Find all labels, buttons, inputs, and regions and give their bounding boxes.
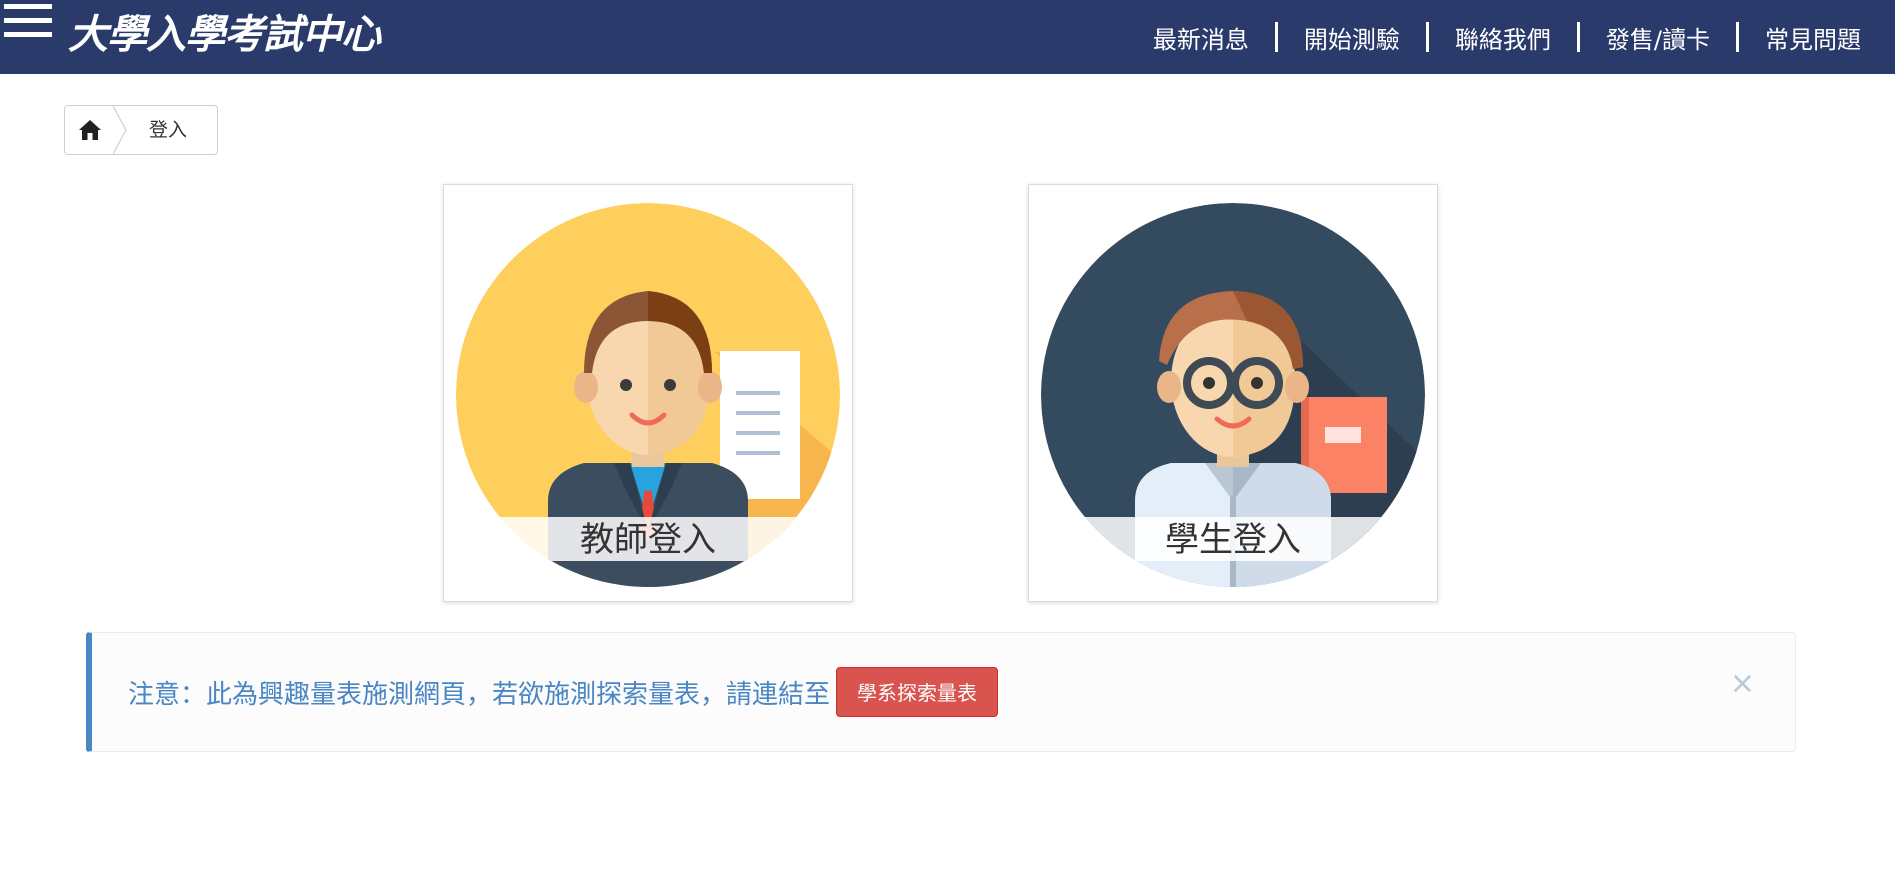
teacher-avatar-icon: 教師登入 — [456, 203, 840, 587]
nav-start-test[interactable]: 開始測驗 — [1290, 20, 1414, 55]
breadcrumb-separator-icon — [113, 106, 127, 154]
notice-text-row: 注意：此為興趣量表施測網頁，若欲施測探索量表，請連結至 學系探索量表 — [128, 633, 999, 751]
nav-divider — [1274, 22, 1278, 52]
nav-latest-news[interactable]: 最新消息 — [1139, 20, 1263, 55]
nav-divider — [1576, 22, 1580, 52]
nav-contact-us[interactable]: 聯絡我們 — [1441, 20, 1565, 55]
student-login-card[interactable]: 學生登入 — [1028, 184, 1438, 602]
nav-divider — [1425, 22, 1429, 52]
close-icon[interactable]: × — [1730, 669, 1755, 699]
site-logo[interactable]: 大學入學考試中心 — [68, 10, 381, 60]
department-exploration-button[interactable]: 學系探索量表 — [836, 667, 999, 717]
nav-faq[interactable]: 常見問題 — [1751, 20, 1875, 55]
student-login-label: 學生登入 — [1165, 520, 1301, 560]
menu-icon[interactable] — [4, 4, 52, 42]
top-nav: 最新消息 開始測驗 聯絡我們 發售/讀卡 常見問題 — [1139, 0, 1875, 74]
home-icon[interactable] — [65, 106, 115, 154]
teacher-login-label: 教師登入 — [580, 520, 716, 560]
nav-divider — [1736, 22, 1739, 52]
breadcrumb-current: 登入 — [149, 119, 188, 141]
nav-sales-card-reading[interactable]: 發售/讀卡 — [1592, 20, 1724, 55]
top-header: 大學入學考試中心 最新消息 開始測驗 聯絡我們 發售/讀卡 常見問題 — [0, 0, 1895, 74]
notice-message: 注意：此為興趣量表施測網頁，若欲施測探索量表，請連結至 — [128, 679, 831, 710]
student-avatar-icon: 學生登入 — [1041, 203, 1425, 587]
breadcrumb: 登入 — [64, 105, 218, 155]
notice-alert: 注意：此為興趣量表施測網頁，若欲施測探索量表，請連結至 學系探索量表 × — [86, 632, 1796, 752]
teacher-login-card[interactable]: 教師登入 — [443, 184, 853, 602]
